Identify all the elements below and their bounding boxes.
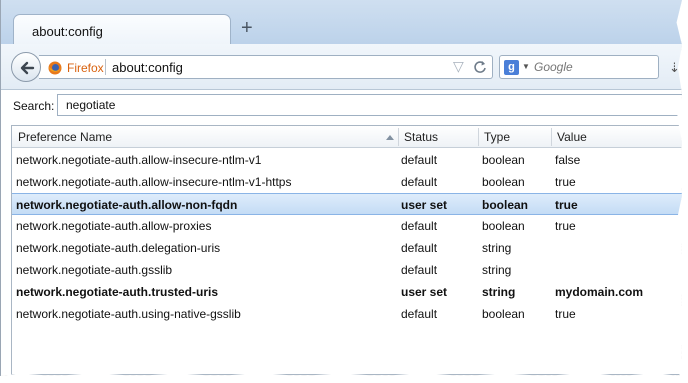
pref-status: default — [401, 263, 438, 277]
column-header-status[interactable]: Status — [398, 126, 438, 148]
table-row[interactable]: network.negotiate-auth.trusted-uris user… — [12, 281, 682, 303]
pref-type: string — [482, 285, 516, 299]
search-bar[interactable]: g ▼ Google — [499, 55, 659, 79]
pref-value: false — [555, 153, 581, 167]
google-logo-icon[interactable]: g — [504, 60, 519, 75]
column-header-value[interactable]: Value — [551, 126, 587, 148]
pref-value: true — [555, 219, 576, 233]
back-arrow-icon — [20, 61, 35, 75]
url-bar[interactable]: Firefox about:config ▽ — [39, 55, 493, 79]
pref-status: default — [401, 175, 438, 189]
table-row[interactable]: network.negotiate-auth.gsslib default st… — [12, 259, 682, 281]
pref-status: default — [401, 153, 438, 167]
pref-name: network.negotiate-auth.allow-insecure-nt… — [16, 175, 292, 189]
table-row[interactable]: network.negotiate-auth.delegation-uris d… — [12, 237, 682, 259]
pref-name: network.negotiate-auth.allow-proxies — [16, 219, 212, 233]
filter-label: Search: — [13, 99, 55, 113]
pref-status: default — [401, 241, 438, 255]
filter-input[interactable]: negotiate — [57, 94, 682, 116]
new-tab-plus-icon[interactable]: + — [241, 18, 253, 38]
navigation-bar: Firefox about:config ▽ g ▼ Google — [1, 44, 682, 90]
downloads-arrow-icon[interactable]: ⇣ — [669, 60, 680, 76]
pref-type: boolean — [482, 219, 525, 233]
column-header-name[interactable]: Preference Name — [12, 126, 112, 148]
pref-status: user set — [401, 198, 448, 212]
tab-strip: about:config + — [1, 0, 682, 46]
table-row[interactable]: network.negotiate-auth.allow-insecure-nt… — [12, 171, 682, 193]
pref-value: mydomain.com — [555, 285, 644, 299]
firefox-logo-icon — [48, 61, 62, 78]
pref-type: boolean — [482, 153, 525, 167]
sort-ascending-icon[interactable] — [386, 131, 394, 145]
pref-name: network.negotiate-auth.using-native-gssl… — [16, 307, 241, 321]
pref-type: boolean — [482, 175, 525, 189]
engine-dropdown-icon[interactable]: ▼ — [522, 62, 530, 71]
table-row[interactable]: network.negotiate-auth.using-native-gssl… — [12, 303, 682, 325]
dropdown-history-icon[interactable]: ▽ — [453, 58, 464, 75]
pref-status: default — [401, 219, 438, 233]
pref-type: string — [482, 241, 512, 255]
pref-value: true — [555, 175, 576, 189]
url-text[interactable]: about:config — [112, 60, 183, 75]
pref-status: user set — [401, 285, 448, 299]
tab-title: about:config — [32, 24, 103, 39]
search-placeholder[interactable]: Google — [534, 60, 573, 74]
pref-type: boolean — [482, 198, 529, 212]
url-separator — [105, 59, 106, 75]
pref-value: true — [555, 307, 576, 321]
column-header-type[interactable]: Type — [478, 126, 510, 148]
table-row-selected[interactable]: network.negotiate-auth.allow-non-fqdn us… — [12, 193, 682, 215]
reload-icon[interactable] — [473, 60, 487, 77]
table-row[interactable]: network.negotiate-auth.allow-insecure-nt… — [12, 149, 682, 171]
pref-name: network.negotiate-auth.trusted-uris — [16, 285, 219, 299]
pref-value: true — [555, 198, 578, 212]
tab-about-config[interactable]: about:config — [13, 14, 231, 46]
back-button[interactable] — [11, 52, 41, 82]
pref-status: default — [401, 307, 438, 321]
browser-window: about:config + Firefox about:config ▽ g … — [0, 0, 682, 376]
table-row[interactable]: network.negotiate-auth.allow-proxies def… — [12, 215, 682, 237]
pref-name: network.negotiate-auth.allow-non-fqdn — [16, 198, 238, 212]
identity-label[interactable]: Firefox — [67, 61, 104, 75]
pref-name: network.negotiate-auth.gsslib — [16, 263, 173, 277]
pref-type: boolean — [482, 307, 525, 321]
pref-type: string — [482, 263, 512, 277]
table-header: Preference Name Status Type Value — [12, 126, 682, 148]
preferences-table: Preference Name Status Type Value networ… — [11, 125, 682, 375]
filter-value[interactable]: negotiate — [66, 98, 115, 112]
pref-name: network.negotiate-auth.allow-insecure-nt… — [16, 153, 262, 167]
pref-name: network.negotiate-auth.delegation-uris — [16, 241, 221, 255]
